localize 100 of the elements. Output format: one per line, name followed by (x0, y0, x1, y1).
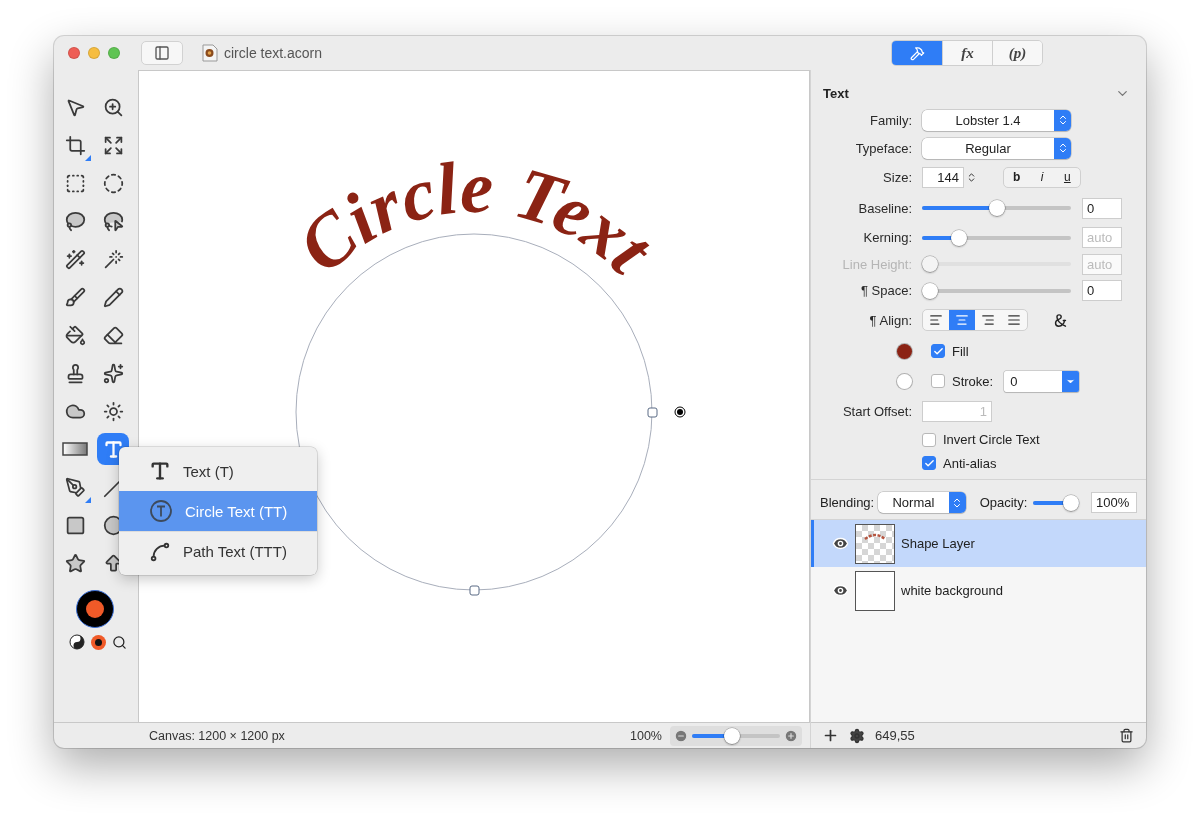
align-right-icon (981, 313, 995, 327)
layer-thumbnail (855, 523, 895, 564)
square-icon (64, 514, 86, 536)
crop-icon (64, 134, 86, 156)
document-icon (202, 44, 218, 62)
layer-thumbnail (855, 570, 895, 611)
add-icon[interactable] (822, 727, 839, 744)
star-icon (64, 552, 86, 574)
swap-colors-icon[interactable] (69, 634, 85, 650)
color-swatch[interactable] (897, 373, 912, 389)
section-title: Text (823, 85, 849, 101)
align-left-icon (929, 313, 943, 327)
zoom-percentage: 100% (630, 728, 662, 743)
field-label: Kerning: (862, 230, 912, 245)
pen-icon (64, 476, 86, 498)
size-field[interactable]: 144 (922, 166, 964, 188)
font-popup[interactable]: Lobster 1.4 (922, 109, 1071, 131)
layer-row[interactable]: Shape Layer (811, 520, 1146, 567)
slider[interactable] (1033, 494, 1079, 511)
layer-name: Shape Layer (901, 536, 975, 551)
mode-tab[interactable]: fx (942, 41, 992, 65)
slider-thumb[interactable] (1063, 494, 1079, 511)
align-justify-icon (1007, 313, 1021, 327)
align-segmented-control[interactable] (922, 309, 1028, 331)
align-center-icon (955, 313, 969, 327)
lasso-select-icon (102, 210, 124, 232)
mode-tab[interactable] (892, 41, 942, 65)
style-button[interactable]: u (1054, 167, 1080, 187)
eye-icon[interactable] (832, 582, 849, 599)
value-field[interactable]: 0 (1082, 280, 1122, 301)
field-label: Size: (882, 169, 912, 185)
slider-thumb[interactable] (724, 727, 741, 744)
slider[interactable] (692, 727, 780, 744)
menu-item[interactable]: Path Text (TTT) (119, 531, 317, 571)
offset-handle[interactable] (674, 406, 686, 418)
eye-icon[interactable] (832, 535, 849, 552)
opacity-field[interactable]: 100% (1091, 492, 1137, 513)
style-button[interactable]: i (1029, 167, 1055, 187)
color-swatch[interactable] (897, 343, 912, 359)
close-button[interactable] (68, 47, 80, 59)
checkbox-label: Stroke: (952, 373, 994, 389)
checkbox[interactable] (922, 432, 936, 447)
field-label: Baseline: (857, 200, 912, 216)
checkbox-label: Anti-alias (943, 455, 997, 471)
zoom-out-icon[interactable] (674, 728, 688, 743)
sidebar-icon (154, 45, 170, 61)
field-label: Typeface: (854, 140, 912, 156)
slider-thumb[interactable] (988, 200, 1005, 216)
check-icon (932, 345, 944, 357)
trash-icon[interactable] (1119, 728, 1134, 743)
resize-handle[interactable] (647, 407, 658, 418)
hammer-icon (909, 45, 925, 61)
sidebar-toggle-button[interactable] (141, 41, 183, 65)
submenu-corner-icon (85, 155, 91, 161)
layer-name: white background (901, 583, 1003, 598)
align-button[interactable] (949, 310, 975, 330)
field-label: ¶ Space: (859, 283, 912, 298)
gradient-icon (62, 442, 88, 456)
magic-wand-icon (64, 248, 86, 270)
slider[interactable] (922, 282, 1071, 299)
value-field[interactable]: auto (1082, 227, 1122, 248)
blending-popup[interactable]: Normal (878, 492, 966, 513)
checkbox[interactable] (922, 456, 936, 470)
sun-icon (102, 400, 124, 422)
zoom-in-icon[interactable] (784, 728, 798, 743)
font-popup[interactable]: Regular (922, 137, 1071, 159)
coordinates-label: 649,55 (875, 728, 915, 743)
slider[interactable] (922, 200, 1071, 216)
color-well[interactable] (76, 590, 114, 628)
path-icon (149, 540, 171, 563)
slider-thumb[interactable] (922, 282, 938, 299)
canvas-size-label: Canvas: 1200 × 1200 px (149, 728, 285, 743)
text-icon (149, 460, 171, 482)
size-stepper-icon[interactable] (966, 171, 977, 183)
resize-handle[interactable] (469, 585, 480, 596)
value-field[interactable]: 0 (1082, 197, 1122, 219)
ampersand-icon[interactable] (1052, 311, 1069, 329)
settings-icon[interactable] (849, 727, 865, 744)
zoom-in-icon (102, 96, 124, 118)
circle-text: Circle Text (282, 145, 669, 289)
loupe-icon[interactable] (112, 634, 127, 650)
small-color-well[interactable] (91, 634, 106, 650)
expand-icon (102, 134, 124, 156)
submenu-corner-icon (85, 497, 91, 503)
stroke-width-popup[interactable]: 0 (1004, 370, 1080, 392)
checkbox[interactable] (931, 374, 945, 388)
paint-bucket-icon (64, 324, 86, 346)
sparkles-icon (102, 362, 124, 384)
mode-tab[interactable]: (p) (992, 41, 1042, 65)
layer-row[interactable]: white background (811, 567, 1146, 614)
field-label: Family: (869, 112, 912, 128)
style-button[interactable]: b (1004, 167, 1030, 187)
field-label: Start Offset: (841, 403, 912, 419)
start-offset-field[interactable]: 1 (922, 400, 992, 422)
checkbox[interactable] (931, 344, 945, 358)
slider[interactable] (922, 256, 1071, 272)
slider[interactable] (922, 229, 1071, 246)
menu-item[interactable]: Text (T) (119, 451, 317, 491)
slider-thumb[interactable] (951, 229, 968, 246)
window-title: circle text.acorn (224, 45, 323, 61)
